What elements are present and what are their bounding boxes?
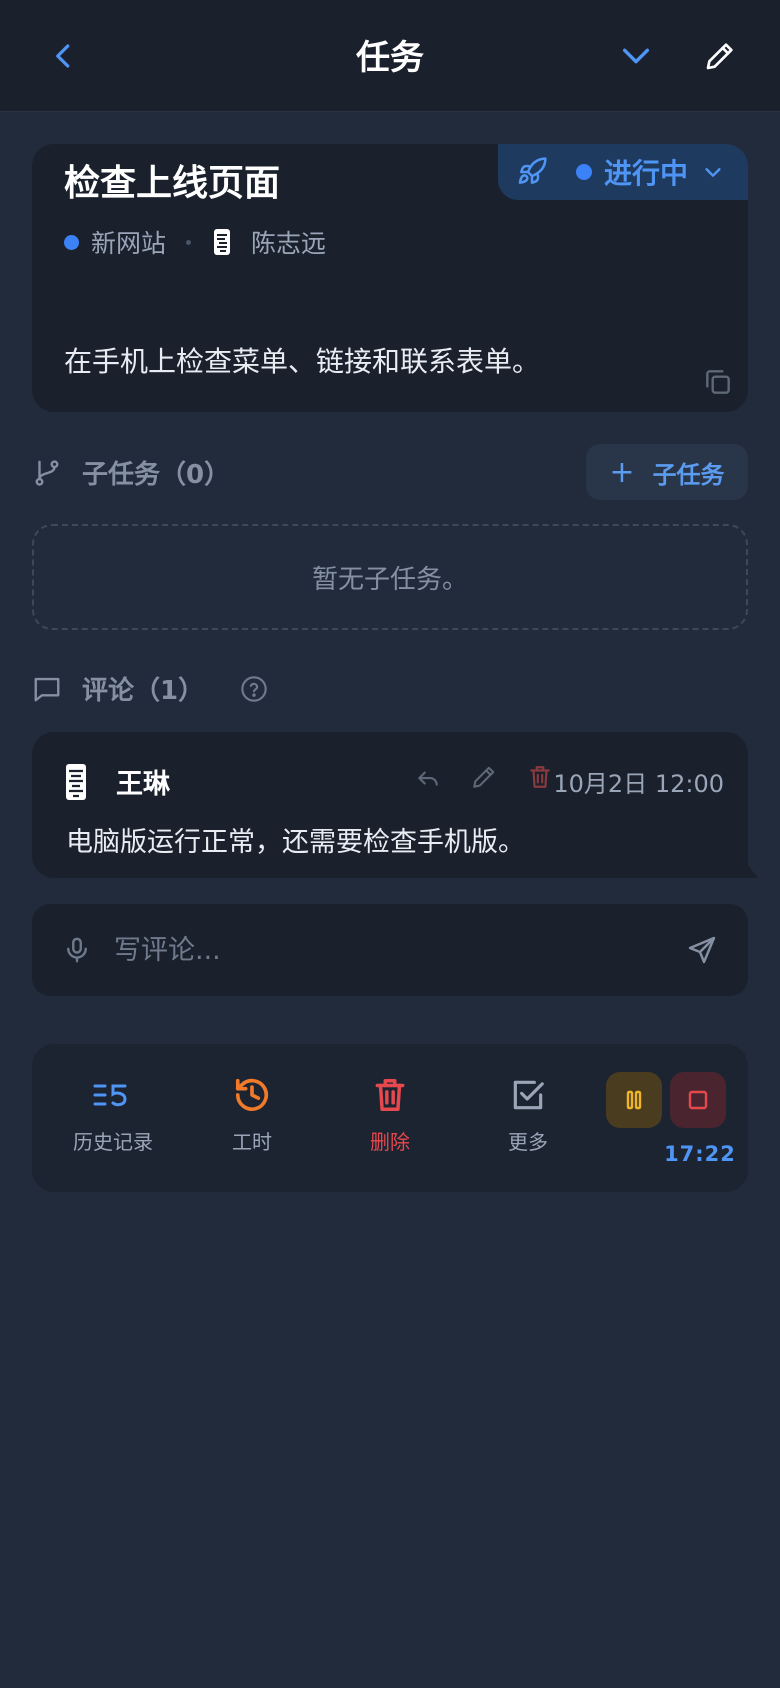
- edit-comment-button[interactable]: [456, 764, 512, 790]
- subtasks-empty-state: 暂无子任务。: [32, 524, 748, 630]
- comments-label: 评论（1）: [82, 676, 205, 706]
- reply-button[interactable]: [400, 764, 456, 790]
- avatar: [214, 229, 231, 255]
- pause-icon: [626, 1090, 642, 1110]
- delete-button[interactable]: 删除: [330, 1076, 450, 1155]
- message-square-icon: [34, 677, 60, 701]
- history-label: 历史记录: [73, 1130, 153, 1154]
- delete-label: 删除: [370, 1130, 410, 1154]
- checkbox-icon: [513, 1080, 544, 1110]
- add-subtask-label: 子任务: [652, 460, 725, 489]
- rocket-icon: [518, 157, 547, 184]
- chevron-down-icon: [705, 168, 721, 177]
- trash-icon: [375, 1079, 405, 1111]
- copy-icon: [706, 370, 730, 394]
- chevron-down-icon: [622, 48, 650, 64]
- empty-text: 暂无子任务。: [311, 564, 468, 595]
- comments-header: 评论（1）: [32, 670, 268, 707]
- avatar: [66, 764, 86, 800]
- send-icon: [688, 936, 716, 964]
- project-name[interactable]: 新网站: [91, 224, 166, 260]
- stop-icon: [688, 1090, 708, 1110]
- task-description: 在手机上检查菜单、链接和联系表单。: [64, 345, 541, 378]
- app-header: 任务: [0, 0, 780, 112]
- stop-timer-button[interactable]: [670, 1072, 726, 1128]
- comment-time: 10月2日 12:00: [553, 770, 724, 798]
- comment-author: 王琳: [116, 769, 170, 800]
- worktime-label: 工时: [232, 1130, 272, 1154]
- task-meta: 新网站 陈志远: [64, 224, 326, 260]
- status-label: 进行中: [604, 157, 689, 190]
- pencil-icon: [706, 43, 733, 70]
- comment-input-box: [32, 904, 748, 996]
- task-title: 检查上线页面: [64, 163, 281, 204]
- reply-icon: [418, 771, 438, 786]
- assignee-name[interactable]: 陈志远: [251, 224, 326, 260]
- status-dropdown[interactable]: 进行中: [498, 144, 748, 200]
- project-dot: [64, 234, 79, 250]
- action-toolbar: 历史记录 工时 删除 更多 17:22: [32, 1044, 748, 1192]
- meta-separator: [186, 239, 192, 245]
- status-dot: [576, 164, 592, 180]
- copy-button[interactable]: [702, 366, 734, 398]
- comment-actions: [400, 764, 568, 790]
- more-label: 更多: [508, 1130, 548, 1154]
- comment-tail: [744, 860, 758, 878]
- history-list-icon: [93, 1084, 127, 1107]
- task-card: 检查上线页面 进行中 新网站 陈志远 在手机上检查菜单、链接和联系表单。: [32, 144, 748, 412]
- timer-display: 17:22: [664, 1142, 736, 1166]
- comment-item: 王琳 10月2日 12:00 电脑版运行正常，还需要检查手机版。: [32, 732, 748, 878]
- history-button[interactable]: 历史记录: [53, 1076, 173, 1155]
- edit-button[interactable]: [690, 26, 750, 86]
- subtasks-label: 子任务（0）: [82, 460, 231, 490]
- git-branch-icon: [35, 459, 59, 486]
- clock-history-icon: [235, 1078, 269, 1111]
- trash-icon: [530, 766, 550, 788]
- plus-icon: +: [609, 454, 635, 490]
- subtasks-header: 子任务（0）: [32, 454, 230, 491]
- comment-input[interactable]: [114, 904, 674, 996]
- pencil-icon: [473, 766, 495, 788]
- send-button[interactable]: [686, 934, 718, 966]
- more-button[interactable]: 更多: [468, 1076, 588, 1155]
- comment-text: 电脑版运行正常，还需要检查手机版。: [66, 827, 525, 858]
- add-subtask-button[interactable]: + 子任务: [586, 444, 748, 500]
- mic-button[interactable]: [62, 934, 92, 966]
- worktime-button[interactable]: 工时: [192, 1076, 312, 1155]
- help-circle-icon[interactable]: [240, 675, 268, 703]
- collapse-button[interactable]: [606, 26, 666, 86]
- pause-timer-button[interactable]: [606, 1072, 662, 1128]
- microphone-icon: [67, 937, 87, 963]
